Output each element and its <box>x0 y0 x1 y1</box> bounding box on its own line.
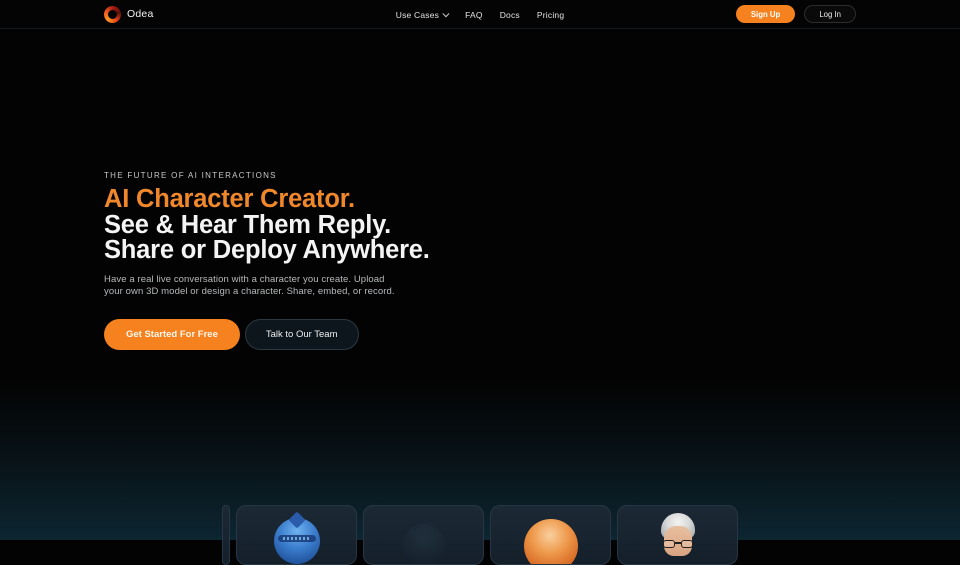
character-carousel <box>222 505 738 565</box>
hero-description: Have a real live conversation with a cha… <box>104 274 400 298</box>
character-card-blue[interactable] <box>236 505 357 565</box>
blue-cap-character-avatar <box>274 518 320 564</box>
hero-eyebrow: THE FUTURE OF AI INTERACTIONS <box>104 171 524 180</box>
headline-line-2: See & Hear Them Reply. <box>104 213 524 239</box>
nav-item-label: Pricing <box>537 10 564 20</box>
brand-name: Odea <box>127 8 154 20</box>
top-navigation: Odea Use Cases FAQ Docs Pricing Sign Up … <box>0 0 960 29</box>
log-in-button[interactable]: Log In <box>804 5 856 23</box>
get-started-button[interactable]: Get Started For Free <box>104 319 240 350</box>
nav-item-docs[interactable]: Docs <box>500 10 520 20</box>
hero-headline: AI Character Creator. See & Hear Them Re… <box>104 187 524 264</box>
nav-item-faq[interactable]: FAQ <box>465 10 483 20</box>
character-card-partial[interactable] <box>222 505 230 565</box>
headline-line-1: AI Character Creator. <box>104 187 524 213</box>
nav-links: Use Cases FAQ Docs Pricing <box>396 0 565 29</box>
odea-logo-icon <box>104 6 121 23</box>
nav-item-label: FAQ <box>465 10 483 20</box>
glasses-right-lens <box>681 540 693 548</box>
character-card-gray-man[interactable] <box>617 505 738 565</box>
nav-actions: Sign Up Log In <box>736 5 856 23</box>
orange-bald-character-avatar <box>524 519 578 565</box>
nav-item-label: Docs <box>500 10 520 20</box>
nav-item-use-cases[interactable]: Use Cases <box>396 10 448 20</box>
talk-to-team-button[interactable]: Talk to Our Team <box>245 319 359 350</box>
cap-band <box>278 535 316 542</box>
sign-up-button[interactable]: Sign Up <box>736 5 795 23</box>
hero-cta-row: Get Started For Free Talk to Our Team <box>104 319 524 350</box>
nav-item-label: Use Cases <box>396 10 439 20</box>
character-card-dark[interactable] <box>363 505 484 565</box>
nav-item-pricing[interactable]: Pricing <box>537 10 564 20</box>
gray-haired-man-avatar <box>656 513 700 565</box>
glasses-left-lens <box>663 540 675 548</box>
hero-section: THE FUTURE OF AI INTERACTIONS AI Charact… <box>104 171 524 350</box>
headline-line-3: Share or Deploy Anywhere. <box>104 238 524 264</box>
dark-silhouette-avatar <box>402 524 446 565</box>
bald-head <box>524 519 578 565</box>
chevron-down-icon <box>443 10 450 17</box>
landing-page: { "brand": { "name": "Odea" }, "nav": { … <box>0 0 960 540</box>
brand-logo[interactable]: Odea <box>104 6 154 23</box>
glasses-icon <box>663 540 693 548</box>
character-card-orange[interactable] <box>490 505 611 565</box>
glasses-bridge <box>675 542 681 544</box>
